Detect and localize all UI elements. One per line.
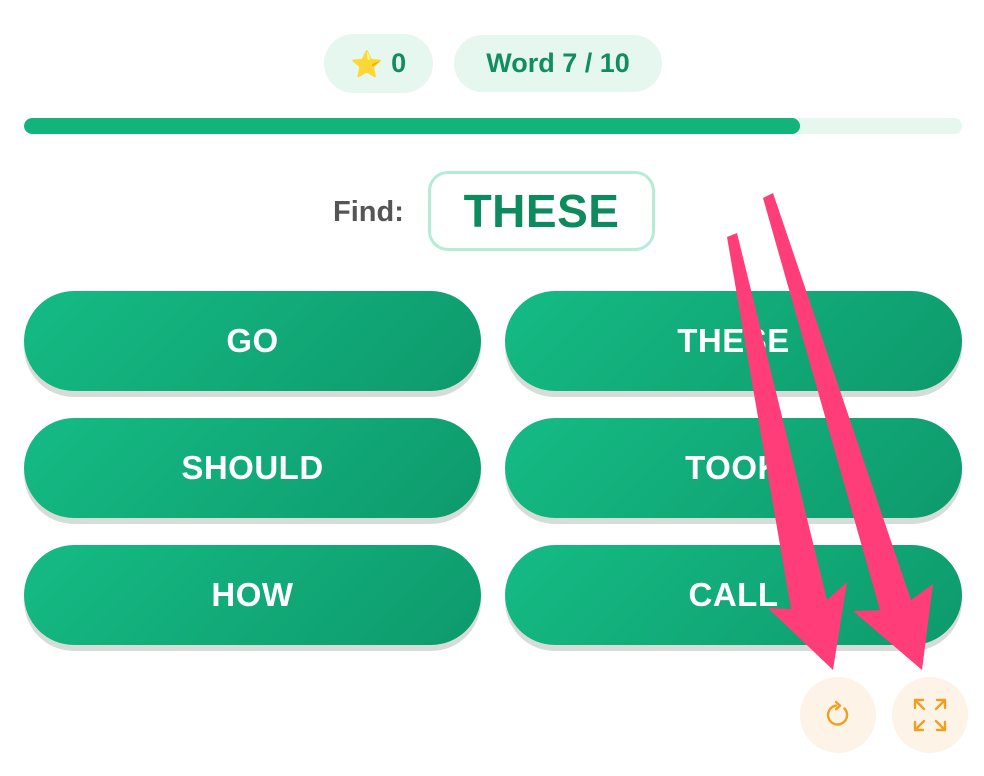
- restart-button[interactable]: [800, 677, 876, 753]
- option-button-these[interactable]: THESE: [505, 291, 962, 391]
- star-icon: ⭐: [350, 48, 384, 79]
- score-value: 0: [391, 48, 407, 78]
- option-button-how[interactable]: HOW: [24, 545, 481, 645]
- fullscreen-icon: [913, 698, 947, 732]
- option-button-go[interactable]: GO: [24, 291, 481, 391]
- option-button-call[interactable]: CALL: [505, 545, 962, 645]
- restart-icon: [826, 700, 849, 726]
- word-counter-text: Word 7 / 10: [486, 48, 630, 78]
- word-counter-badge: Word 7 / 10: [454, 35, 662, 92]
- progress-bar: [24, 118, 962, 134]
- find-label: Find:: [333, 196, 404, 228]
- game-card: ⭐ 0 Word 7 / 10 Find: THESE GO THESE SHO…: [0, 0, 984, 776]
- option-button-should[interactable]: SHOULD: [24, 418, 481, 518]
- score-badge: ⭐ 0: [324, 34, 433, 93]
- progress-bar-fill: [24, 118, 800, 134]
- option-button-took[interactable]: TOOK: [505, 418, 962, 518]
- fullscreen-button[interactable]: [892, 677, 968, 753]
- target-word: THESE: [428, 171, 655, 251]
